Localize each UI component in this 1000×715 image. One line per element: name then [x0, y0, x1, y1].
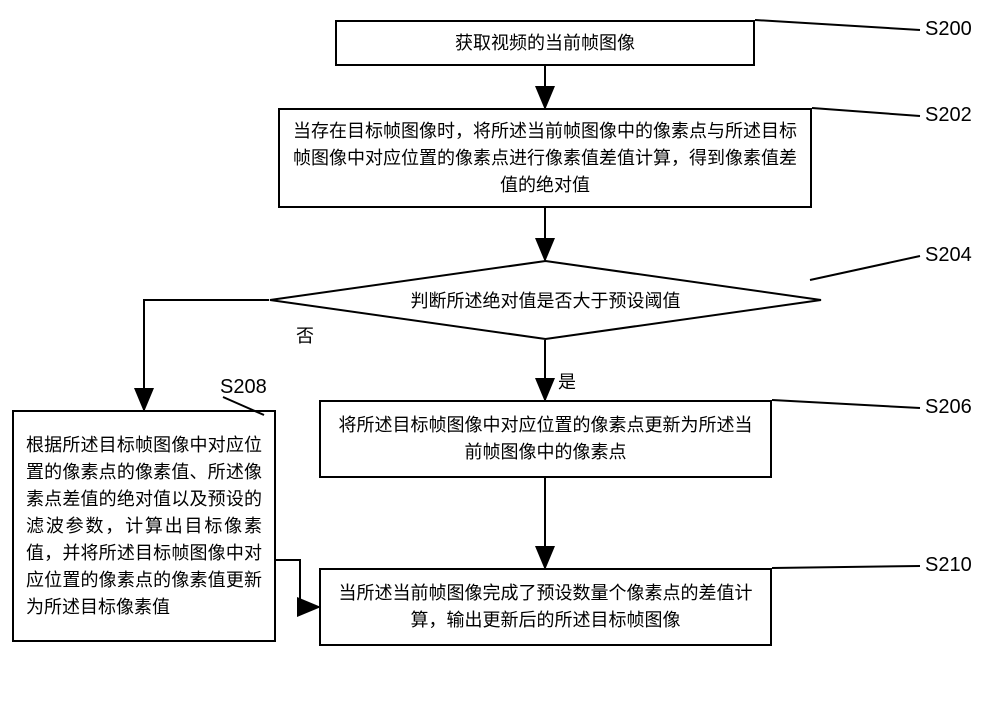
edge-no-label: 否	[296, 322, 314, 348]
step-s202-text: 当存在目标帧图像时，将所述当前帧图像中的像素点与所述目标帧图像中对应位置的像素点…	[292, 118, 798, 199]
step-s202-box: 当存在目标帧图像时，将所述当前帧图像中的像素点与所述目标帧图像中对应位置的像素点…	[278, 108, 812, 208]
step-s206-box: 将所述目标帧图像中对应位置的像素点更新为所述当前帧图像中的像素点	[319, 400, 772, 478]
step-s204-text: 判断所述绝对值是否大于预设阈值	[411, 287, 681, 313]
step-s200-label: S200	[925, 18, 972, 41]
edge-yes-label: 是	[558, 368, 576, 394]
step-s210-label: S210	[925, 554, 972, 577]
step-s204-decision: 判断所述绝对值是否大于预设阈值	[269, 260, 822, 340]
step-s210-text: 当所述当前帧图像完成了预设数量个像素点的差值计算，输出更新后的所述目标帧图像	[333, 580, 758, 634]
step-s200-text: 获取视频的当前帧图像	[455, 30, 635, 57]
step-s204-label: S204	[925, 244, 972, 267]
step-s202-label: S202	[925, 104, 972, 127]
step-s210-box: 当所述当前帧图像完成了预设数量个像素点的差值计算，输出更新后的所述目标帧图像	[319, 568, 772, 646]
step-s208-box: 根据所述目标帧图像中对应位置的像素点的像素值、所述像素点差值的绝对值以及预设的滤…	[12, 410, 276, 642]
step-s206-label: S206	[925, 396, 972, 419]
step-s200-box: 获取视频的当前帧图像	[335, 20, 755, 66]
step-s206-text: 将所述目标帧图像中对应位置的像素点更新为所述当前帧图像中的像素点	[333, 412, 758, 466]
flowchart-canvas: 获取视频的当前帧图像 S200 当存在目标帧图像时，将所述当前帧图像中的像素点与…	[0, 0, 1000, 715]
step-s208-label: S208	[220, 376, 267, 399]
step-s208-text: 根据所述目标帧图像中对应位置的像素点的像素值、所述像素点差值的绝对值以及预设的滤…	[26, 432, 262, 621]
